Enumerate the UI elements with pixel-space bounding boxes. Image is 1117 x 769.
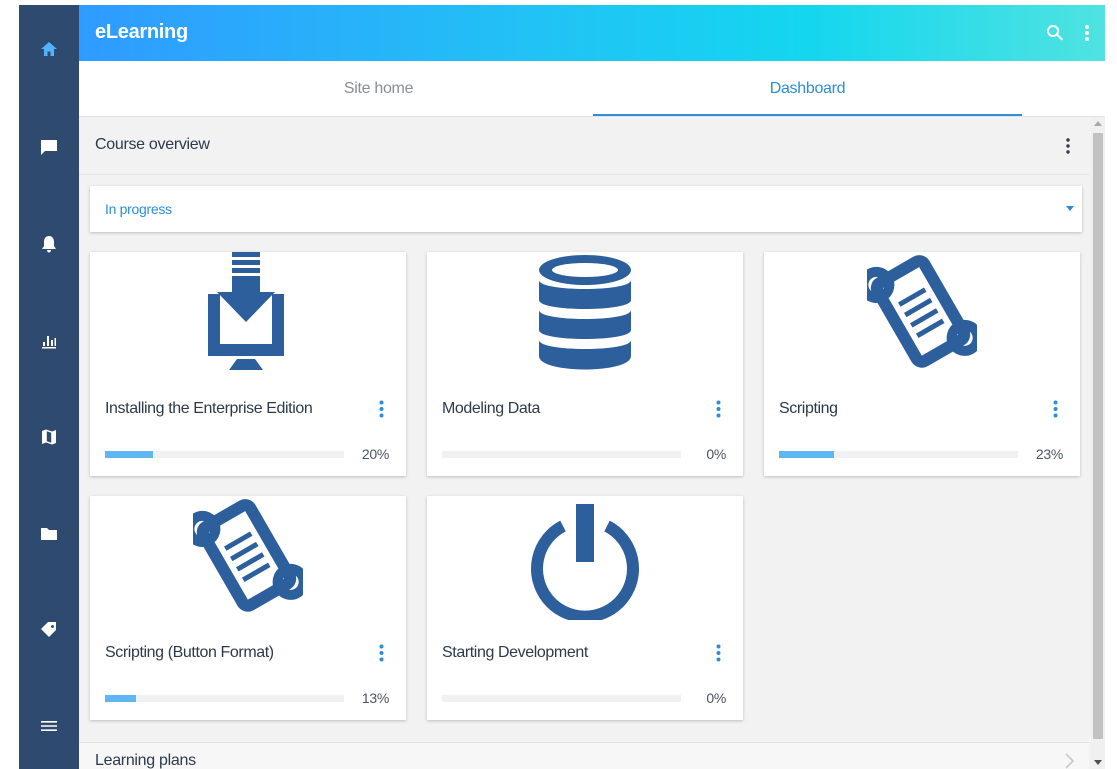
- app-title: eLearning: [95, 21, 188, 43]
- course-filter-select[interactable]: In progress: [90, 186, 1082, 232]
- course-image: [427, 496, 743, 620]
- course-overview-title: Course overview: [95, 136, 210, 153]
- course-progress-fill: [105, 695, 137, 702]
- tab-site-home[interactable]: Site home: [164, 61, 593, 117]
- course-overview-menu-button[interactable]: [1060, 134, 1076, 158]
- sidebar: [19, 5, 79, 769]
- main-area: eLearning Site home Dashboard Course ove…: [79, 5, 1117, 769]
- course-card[interactable]: Starting Development 0%: [427, 496, 743, 720]
- learning-plans-section[interactable]: Learning plans: [79, 742, 1089, 769]
- app-bar: eLearning: [79, 5, 1117, 61]
- scroll-up-arrow-icon[interactable]: [1094, 121, 1102, 126]
- more-vert-icon: [1066, 138, 1070, 154]
- more-vert-icon: [716, 644, 720, 662]
- course-progress-label: 0%: [706, 446, 726, 462]
- sidebar-item-notifications[interactable]: [19, 224, 79, 264]
- more-vert-icon: [1053, 400, 1057, 418]
- chevron-right-icon: [1065, 753, 1074, 769]
- course-card[interactable]: Scripting 23%: [764, 252, 1080, 476]
- script-scroll-icon: [867, 255, 977, 368]
- more-vert-icon: [379, 644, 383, 662]
- bell-icon: [42, 236, 56, 253]
- course-progress-bar: [105, 695, 344, 702]
- content-scrollbar[interactable]: [1091, 117, 1105, 769]
- tab-dashboard[interactable]: Dashboard: [593, 61, 1022, 117]
- search-icon: [1046, 24, 1063, 41]
- course-card[interactable]: Installing the Enterprise Edition 20%: [90, 252, 406, 476]
- course-menu-button[interactable]: [373, 641, 389, 665]
- course-name: Scripting: [779, 400, 838, 417]
- more-vert-icon: [1085, 25, 1089, 41]
- sidebar-item-grades[interactable]: [19, 321, 79, 361]
- course-progress-label: 0%: [706, 690, 726, 706]
- course-overview-header: Course overview: [79, 117, 1089, 175]
- chat-icon: [41, 140, 57, 155]
- course-filter-value: In progress: [105, 201, 172, 217]
- course-name: Installing the Enterprise Edition: [105, 400, 313, 417]
- course-menu-button[interactable]: [373, 397, 389, 421]
- scroll-thumb[interactable]: [1093, 133, 1103, 739]
- course-name: Starting Development: [442, 644, 588, 661]
- course-progress-label: 23%: [1035, 446, 1063, 462]
- sidebar-item-menu[interactable]: [19, 706, 79, 746]
- course-progress-label: 13%: [361, 690, 389, 706]
- course-progress-fill: [779, 451, 834, 458]
- course-image: [90, 252, 406, 376]
- course-progress-bar: [442, 451, 681, 458]
- course-progress-fill: [105, 451, 153, 458]
- course-image: [90, 496, 406, 620]
- course-card[interactable]: Scripting (Button Format) 13%: [90, 496, 406, 720]
- hamburger-menu-icon: [41, 721, 57, 731]
- sidebar-item-files[interactable]: [19, 514, 79, 554]
- course-progress-bar: [779, 451, 1018, 458]
- more-vert-icon: [379, 400, 383, 418]
- dropdown-caret-icon: [1066, 206, 1074, 211]
- course-progress-bar: [442, 695, 681, 702]
- sidebar-item-map[interactable]: [19, 417, 79, 457]
- sidebar-item-tags[interactable]: [19, 610, 79, 650]
- course-card[interactable]: Modeling Data 0%: [427, 252, 743, 476]
- power-icon: [531, 504, 639, 620]
- home-icon: [41, 42, 57, 56]
- sidebar-item-home[interactable]: [19, 29, 79, 69]
- course-menu-button[interactable]: [1047, 397, 1063, 421]
- course-name: Modeling Data: [442, 400, 540, 417]
- download-monitor-icon: [208, 252, 284, 370]
- course-image: [764, 252, 1080, 376]
- more-options-button[interactable]: [1073, 19, 1101, 47]
- course-image: [427, 252, 743, 376]
- course-progress-bar: [105, 451, 344, 458]
- search-button[interactable]: [1041, 19, 1069, 47]
- course-name: Scripting (Button Format): [105, 644, 274, 661]
- sidebar-item-messages[interactable]: [19, 127, 79, 167]
- active-tab-indicator: [593, 114, 1022, 116]
- bar-chart-icon: [42, 336, 56, 349]
- folder-icon: [41, 528, 57, 540]
- script-scroll-icon: [193, 499, 303, 612]
- course-menu-button[interactable]: [710, 641, 726, 665]
- learning-plans-title: Learning plans: [95, 752, 196, 769]
- course-menu-button[interactable]: [710, 397, 726, 421]
- more-vert-icon: [716, 400, 720, 418]
- map-icon: [42, 429, 56, 445]
- course-progress-label: 20%: [361, 446, 389, 462]
- scroll-down-arrow-icon[interactable]: [1094, 760, 1102, 765]
- page-gutter: [1105, 5, 1117, 769]
- tab-bar: Site home Dashboard: [79, 61, 1117, 117]
- database-icon: [539, 255, 631, 370]
- tag-icon: [41, 622, 56, 637]
